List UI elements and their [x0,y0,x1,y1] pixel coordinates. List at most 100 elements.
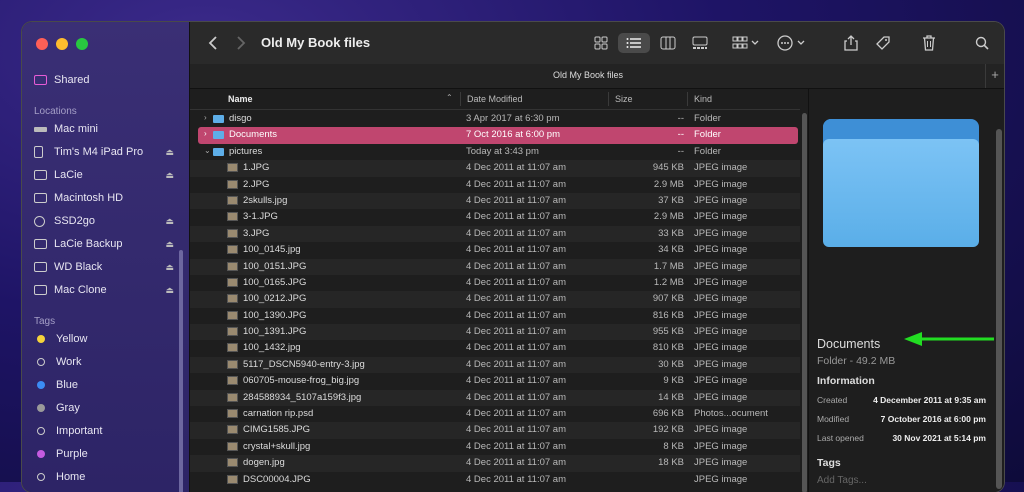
eject-icon[interactable]: ⏏ [165,285,174,296]
table-row[interactable]: 060705-mouse-frog_big.jpg 4 Dec 2011 at 1… [190,373,808,389]
table-row[interactable]: 3-1.JPG 4 Dec 2011 at 11:07 am 2.9 MB JPEG … [190,209,808,225]
eject-icon[interactable]: ⏏ [165,170,174,181]
sidebar-item-location[interactable]: SSD2go ⏏ [34,211,174,231]
column-name[interactable]: Name [228,94,253,104]
column-date-modified[interactable]: Date Modified [467,94,523,104]
sidebar-item-location[interactable]: Macintosh HD [34,188,174,208]
file-list-scrollbar[interactable] [800,89,808,492]
image-thumbnail-icon [227,212,238,222]
new-tab-button[interactable]: + [985,64,1004,88]
row-name: DSC00004.JPG [243,473,311,485]
image-thumbnail-icon [227,376,238,386]
group-button[interactable] [730,33,762,53]
sidebar-item-location[interactable]: WD Black ⏏ [34,257,174,277]
table-row[interactable]: 100_1390.JPG 4 Dec 2011 at 11:07 am 816 KB… [190,308,808,324]
preview-subtitle: Folder - 49.2 MB [817,355,896,367]
column-kind[interactable]: Kind [694,94,712,104]
table-row[interactable]: 100_1391.JPG 4 Dec 2011 at 11:07 am 955 KB… [190,324,808,341]
row-name: disgo [229,113,252,124]
back-button[interactable] [206,33,220,53]
row-name: 100_0212.JPG [243,293,307,305]
eject-icon[interactable]: ⏏ [165,216,174,227]
share-icon [844,35,858,51]
sidebar-item-label: LaCie [54,169,83,181]
sidebar-item-tag[interactable]: Work [34,352,174,372]
table-row[interactable]: 100_1432.jpg 4 Dec 2011 at 11:07 am 810 KB… [190,340,808,356]
row-date: 7 Oct 2016 at 6:00 pm [466,129,561,141]
table-row[interactable]: 284588934_5107a159f3.jpg 4 Dec 2011 at 11… [190,389,808,407]
forward-button[interactable] [234,33,248,53]
disclosure-icon[interactable]: › [204,113,207,122]
table-row[interactable]: 100_0212.JPG 4 Dec 2011 at 11:07 am 907 KB… [190,291,808,308]
sidebar-item-shared[interactable]: Shared [34,70,174,90]
eject-icon[interactable]: ⏏ [165,147,174,158]
table-row[interactable]: › Documents 7 Oct 2016 at 6:00 pm -- Folder [198,127,798,144]
table-row[interactable]: 100_0165.JPG 4 Dec 2011 at 11:07 am 1.2 MB… [190,275,808,291]
sidebar-item-location[interactable]: Mac mini [34,119,174,139]
table-row[interactable]: crystal+skull.jpg 4 Dec 2011 at 11:07 am 8… [190,439,808,455]
column-header: Name ⌃ Date Modified Size Kind [190,89,808,110]
sidebar-item-location[interactable]: Mac Clone ⏏ [34,280,174,300]
row-size: 33 KB [658,227,684,239]
row-name: pictures [229,145,263,157]
eject-icon[interactable]: ⏏ [165,239,174,250]
table-row[interactable]: 5117_DSCN5940-entry-3.jpg 4 Dec 2011 at 1… [190,356,808,374]
sidebar-item-tag[interactable]: Gray [34,398,174,418]
table-row[interactable]: 100_0145.jpg 4 Dec 2011 at 11:07 am 34 KB J… [190,242,808,258]
minimize-button[interactable] [56,38,68,50]
row-name: CIMG1585.JPG [243,424,311,436]
sidebar-item-location[interactable]: LaCie ⏏ [34,165,174,185]
list-view-button[interactable] [618,33,650,53]
sidebar-item-tag[interactable]: Home [34,467,174,487]
row-kind: JPEG image [694,227,748,239]
sidebar-item-tag[interactable]: Yellow [34,329,174,349]
table-row[interactable]: DSC00004.JPG 4 Dec 2011 at 11:07 am JPEG i… [190,472,808,488]
close-button[interactable] [36,38,48,50]
table-row[interactable]: CIMG1585.JPG 4 Dec 2011 at 11:07 am 192 KB… [190,422,808,439]
image-thumbnail-icon [227,245,238,255]
table-row[interactable]: 1.JPG 4 Dec 2011 at 11:07 am 945 KB JPEG im… [190,160,808,177]
eject-icon[interactable]: ⏏ [165,262,174,273]
table-row[interactable]: 3.JPG 4 Dec 2011 at 11:07 am 33 KB JPEG ima… [190,225,808,243]
row-date: 4 Dec 2011 at 11:07 am [466,326,566,338]
table-row[interactable]: 100_0151.JPG 4 Dec 2011 at 11:07 am 1.7 MB… [190,258,808,275]
zoom-button[interactable] [76,38,88,50]
disclosure-icon[interactable]: ⌄ [204,146,211,155]
column-size[interactable]: Size [615,94,633,104]
sidebar-item-tag[interactable]: Important [34,421,174,441]
row-kind: JPEG image [694,457,748,469]
table-row[interactable]: 2.JPG 4 Dec 2011 at 11:07 am 2.9 MB JPEG im… [190,177,808,193]
sidebar-item-location[interactable]: LaCie Backup ⏏ [34,234,174,254]
row-name: 1.JPG [243,162,270,174]
preview-scrollbar[interactable] [996,129,1002,489]
share-button[interactable] [842,33,860,53]
tag-icon [876,36,890,50]
trash-button[interactable] [920,33,938,53]
tag-button[interactable] [874,33,892,53]
sidebar-scrollbar[interactable] [179,250,183,492]
icon-view-button[interactable] [592,33,610,53]
table-row[interactable]: carnation rip.psd 4 Dec 2011 at 11:07 am 6… [190,406,808,422]
table-row[interactable]: 2skulls.jpg 4 Dec 2011 at 11:07 am 37 KB JP… [190,192,808,210]
row-size: 955 KB [652,326,684,338]
sidebar-item-location[interactable]: Tim's M4 iPad Pro ⏏ [34,142,174,162]
tab-bar: Old My Book files + [190,64,1004,89]
column-view-button[interactable] [658,33,678,53]
tab-current[interactable]: Old My Book files [190,70,986,80]
sidebar-item-tag[interactable]: Blue [34,375,174,395]
row-size: -- [677,145,684,157]
row-date: 4 Dec 2011 at 11:07 am [466,260,566,272]
gallery-view-button[interactable] [690,33,710,53]
add-tags-field[interactable]: Add Tags... [817,475,867,486]
table-row[interactable]: ⌄ pictures Today at 3:43 pm -- Folder [190,144,808,160]
table-row[interactable]: dogen.jpg 4 Dec 2011 at 11:07 am 18 KB JPEG… [190,455,808,472]
search-button[interactable] [973,33,991,53]
toolbar: Old My Book files [190,22,1004,64]
table-row[interactable]: › disgo 3 Apr 2017 at 6:30 pm -- Folder [190,111,808,127]
disclosure-icon[interactable]: › [204,129,207,138]
row-name: dogen.jpg [243,457,285,469]
row-date: 4 Dec 2011 at 11:07 am [466,440,566,452]
row-kind: JPEG image [694,358,748,370]
sidebar-item-tag[interactable]: Purple [34,444,174,464]
action-button[interactable] [776,33,808,53]
